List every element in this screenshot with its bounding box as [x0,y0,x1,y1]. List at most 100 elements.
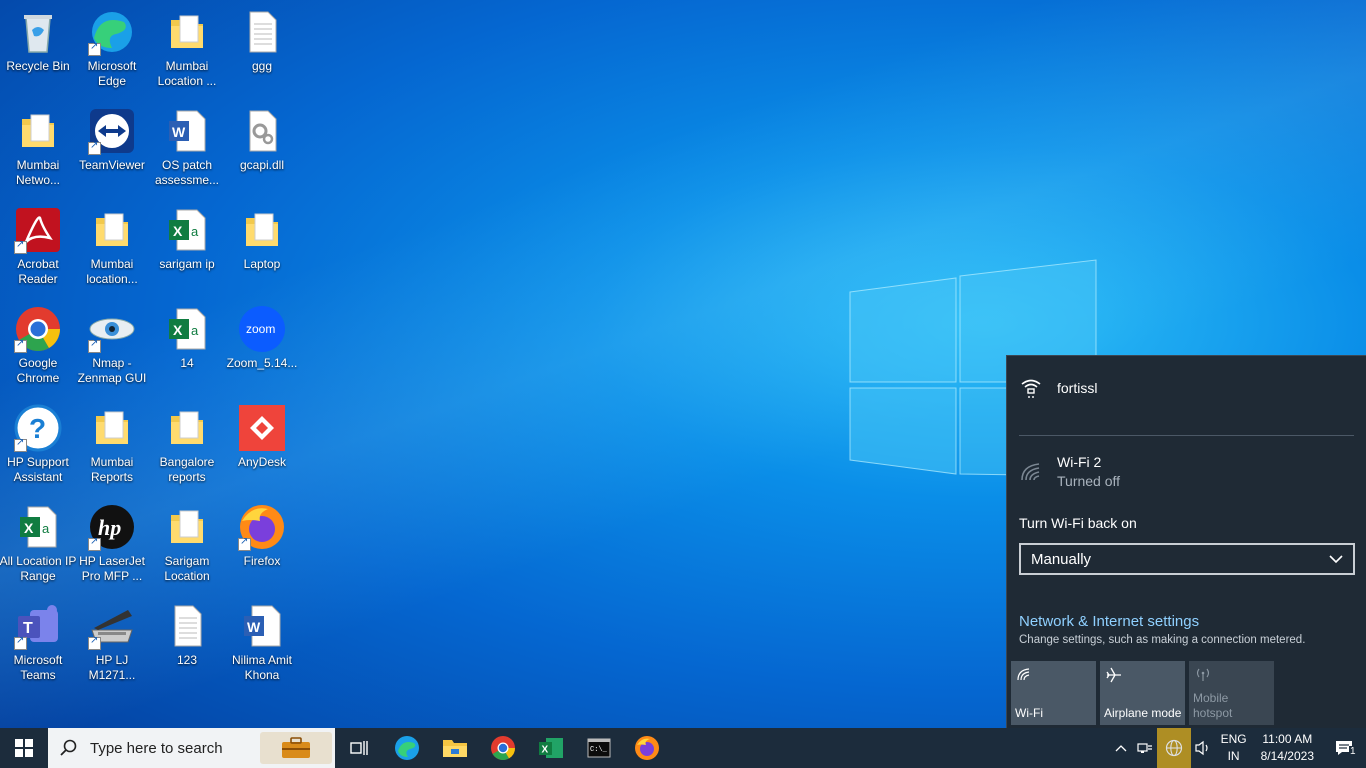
region-code: IN [1227,749,1240,763]
taskbar-edge[interactable] [383,728,431,768]
desktop-icon-label: HP LJ M1271... [88,653,136,682]
desktop-icon-ggg[interactable]: ggg [224,2,300,96]
command-prompt-icon: C:\_ [587,738,611,758]
desktop-icon-hp-lj-m1271[interactable]: HP LJ M1271... [74,596,150,690]
svg-text:W: W [172,124,186,140]
desktop-icon-mumbai-netwo[interactable]: Mumbai Netwo... [0,101,76,195]
folder-icon [238,206,286,254]
network-settings-link[interactable]: Network & Internet settings [1019,613,1199,630]
svg-text:zoom: zoom [246,322,275,336]
svg-text:X: X [173,223,183,239]
battery-plug-icon [1136,743,1152,753]
excel-file-icon: Xa [163,305,211,353]
zoom-icon: zoom [238,305,286,353]
desktop-icon-label: 14 [180,356,194,370]
task-view-button[interactable] [335,728,383,768]
windows-start-icon [15,739,33,757]
nmap-icon [88,305,136,353]
dropdown-value: Manually [1031,550,1092,568]
desktop-icon-label: gcapi.dll [239,158,285,172]
desktop-icon-label: TeamViewer [79,158,145,172]
desktop-icon-label: OS patch assessme... [154,158,220,187]
svg-text:a: a [191,224,199,239]
desktop-icon-google-chrome[interactable]: Google Chrome [0,299,76,393]
action-center-button[interactable]: 1 [1322,728,1366,768]
wifi-turn-on-dropdown[interactable]: Manually [1019,543,1355,575]
desktop-icon-acrobat-reader[interactable]: Acrobat Reader [0,200,76,294]
desktop-icon-zoom-5-14[interactable]: zoom Zoom_5.14... [224,299,300,393]
folder-icon [88,404,136,452]
shortcut-arrow-icon [88,536,101,551]
taskbar-chrome[interactable] [479,728,527,768]
desktop-icon-mumbai-location[interactable]: Mumbai location... [74,200,150,294]
desktop-icon-all-location-ip-range[interactable]: Xa All Location IP Range [0,497,76,591]
clock-button[interactable]: 11:00 AM 8/14/2023 [1261,731,1314,765]
desktop-icon-mumbai-reports[interactable]: Mumbai Reports [74,398,150,492]
shortcut-arrow-icon [14,635,27,650]
desktop-icon-label: Acrobat Reader [17,257,59,286]
taskbar-file-explorer[interactable] [431,728,479,768]
desktop-icon-label: Mumbai Location ... [157,59,217,88]
desktop-icon-14[interactable]: Xa 14 [149,299,225,393]
excel-file-icon: Xa [14,503,62,551]
desktop-icon-label: Nilima Amit Khona [231,653,292,682]
network-tray-button[interactable] [1156,728,1191,768]
airplane-icon [1106,667,1121,683]
desktop-icon-bangalore-reports[interactable]: Bangalore reports [149,398,225,492]
taskbar-search-box[interactable]: Type here to search [48,728,335,768]
search-icon [60,739,77,756]
desktop-icon-recycle-bin[interactable]: Recycle Bin [0,2,76,96]
desktop-icon-label: All Location IP Range [0,554,77,583]
desktop-icon-label: Microsoft Teams [13,653,63,682]
desktop-icon-label: Microsoft Edge [87,59,137,88]
desktop-icon-label: Mumbai Reports [90,455,134,484]
power-tray-button[interactable] [1133,728,1157,768]
svg-text:?: ? [29,413,46,444]
taskbar-command-prompt[interactable]: C:\_ [575,728,623,768]
search-placeholder: Type here to search [90,739,223,757]
desktop: Recycle Bin Microsoft Edge Mumbai Location… [0,0,310,720]
desktop-icon-123[interactable]: 123 [149,596,225,690]
desktop-icon-anydesk[interactable]: AnyDesk [224,398,300,492]
desktop-icon-teamviewer[interactable]: TeamViewer [74,101,150,195]
desktop-icon-gcapi-dll[interactable]: gcapi.dll [224,101,300,195]
desktop-icon-hp-support-assistant[interactable]: ? HP Support Assistant [0,398,76,492]
network-item-wifi2[interactable]: Wi-Fi 2 Turned off [1019,454,1120,489]
desktop-icon-label: Nmap - Zenmap GUI [77,356,147,385]
network-flyout: fortissl Wi-Fi 2 Turned off Turn Wi-Fi b… [1006,355,1366,728]
network-item-fortissl[interactable]: fortissl [1019,376,1097,400]
mobile-hotspot-tile[interactable]: Mobile hotspot [1189,661,1274,725]
airplane-mode-tile[interactable]: Airplane mode [1100,661,1185,725]
volume-tray-button[interactable] [1191,728,1215,768]
desktop-icon-sarigam-ip[interactable]: Xa sarigam ip [149,200,225,294]
desktop-icon-nmap-zenmap-gui[interactable]: Nmap - Zenmap GUI [74,299,150,393]
wifi-tile[interactable]: Wi-Fi [1011,661,1096,725]
desktop-icon-sarigam-location[interactable]: Sarigam Location [149,497,225,591]
input-language-button[interactable]: ENG IN [1221,731,1247,765]
taskbar-firefox[interactable] [623,728,671,768]
scanner-icon [88,602,136,650]
show-hidden-icons-button[interactable] [1109,728,1133,768]
hotspot-icon [1196,668,1210,681]
wifi-tile-label: Wi-Fi [1015,706,1043,720]
desktop-icon-firefox[interactable]: Firefox [224,497,300,591]
desktop-icon-label: Firefox [243,554,281,568]
shortcut-arrow-icon [88,140,101,155]
svg-text:hp: hp [98,515,121,540]
wifi-off-icon [1021,463,1040,481]
desktop-icon-os-patch-assessme[interactable]: W OS patch assessme... [149,101,225,195]
file-explorer-icon [443,740,467,757]
start-button[interactable] [0,728,48,768]
desktop-icon-microsoft-teams[interactable]: T Microsoft Teams [0,596,76,690]
desktop-icon-mumbai-location[interactable]: Mumbai Location ... [149,2,225,96]
desktop-icon-nilima-amit-khona[interactable]: W Nilima Amit Khona [224,596,300,690]
taskbar-excel[interactable]: X [527,728,575,768]
wifi-status: Turned off [1057,473,1121,489]
anydesk-icon [238,404,286,452]
desktop-icon-microsoft-edge[interactable]: Microsoft Edge [74,2,150,96]
airplane-mode-label: Airplane mode [1104,706,1182,720]
desktop-icon-hp-laserjet-pro-mfp[interactable]: hp HP LaserJet Pro MFP ... [74,497,150,591]
chrome-icon [491,736,515,761]
task-view-icon [350,741,368,755]
desktop-icon-laptop[interactable]: Laptop [224,200,300,294]
